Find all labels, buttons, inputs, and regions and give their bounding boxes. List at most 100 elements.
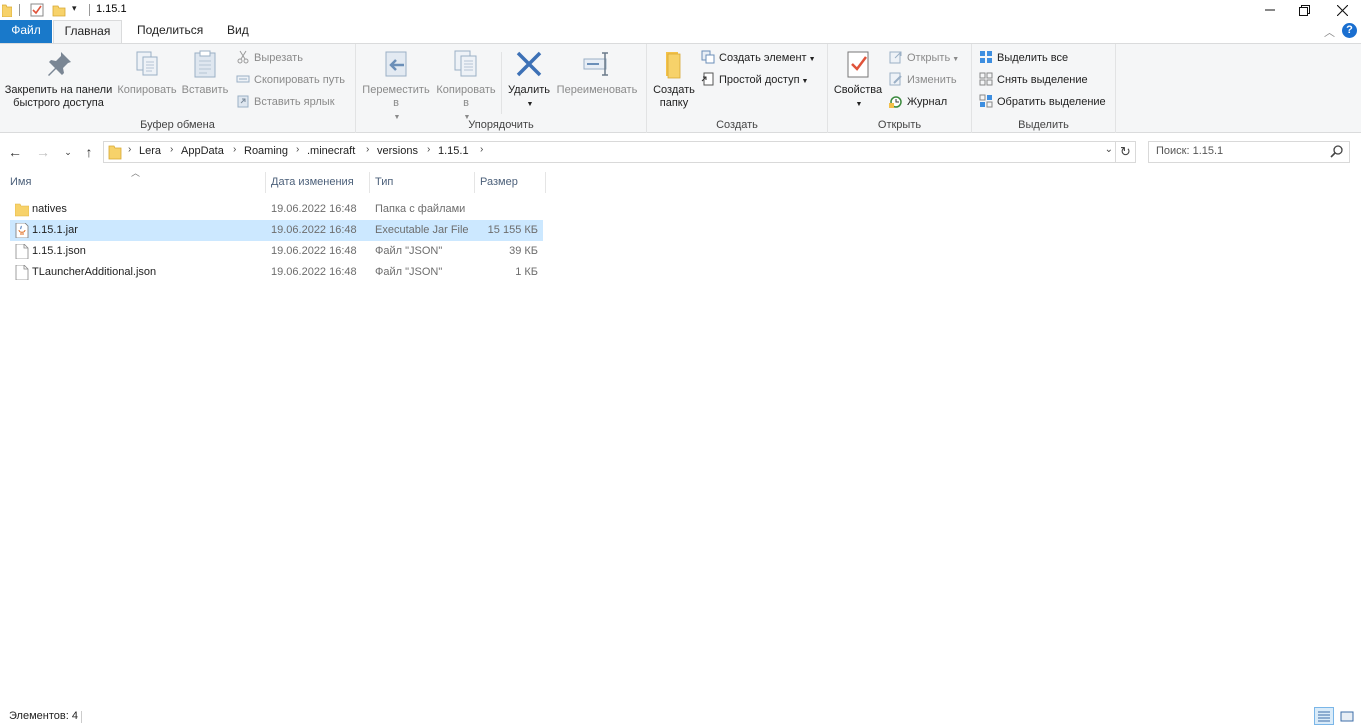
large-icons-view-button[interactable] bbox=[1337, 707, 1357, 725]
file-type: Файл "JSON" bbox=[375, 245, 443, 257]
file-name: natives bbox=[32, 203, 67, 215]
up-arrow-icon[interactable]: ↑ bbox=[78, 140, 100, 164]
breadcrumb-roaming[interactable]: Roaming bbox=[244, 145, 288, 157]
ribbon-tabs: Файл Главная Поделиться Вид ︿ ? bbox=[0, 20, 1361, 44]
file-name: 1.15.1.jar bbox=[32, 224, 78, 236]
group-label-new: Создать bbox=[716, 119, 758, 131]
close-button[interactable] bbox=[1323, 0, 1361, 20]
properties-label: Свойства bbox=[833, 84, 883, 96]
history-label: Журнал bbox=[907, 96, 948, 108]
breadcrumb-chevron-icon[interactable]: › bbox=[296, 144, 299, 155]
copy-label: Копировать bbox=[117, 84, 177, 96]
invert-selection-button[interactable]: Обратить выделение bbox=[979, 92, 1106, 112]
separator bbox=[19, 4, 20, 16]
file-row[interactable]: natives 19.06.2022 16:48 Папка с файлами bbox=[10, 199, 543, 220]
copy-to-icon bbox=[454, 50, 477, 77]
breadcrumb-appdata[interactable]: AppData bbox=[181, 145, 224, 157]
paste-shortcut-button[interactable]: Вставить ярлык bbox=[236, 92, 335, 112]
breadcrumb-versions[interactable]: versions bbox=[377, 145, 418, 157]
delete-label: Удалить bbox=[508, 84, 550, 96]
file-row[interactable]: 1.15.1.jar 19.06.2022 16:48 Executable J… bbox=[10, 220, 543, 241]
dropdown-caret-icon: ▼ bbox=[952, 56, 960, 63]
breadcrumb-minecraft[interactable]: .minecraft bbox=[307, 145, 355, 157]
tab-file[interactable]: Файл bbox=[0, 20, 52, 43]
tab-home[interactable]: Главная bbox=[53, 20, 122, 44]
dropdown-caret-icon: ▼ bbox=[855, 101, 863, 108]
column-header-date[interactable]: Дата изменения bbox=[266, 172, 370, 193]
file-row[interactable]: TLauncherAdditional.json 19.06.2022 16:4… bbox=[10, 262, 543, 283]
help-icon[interactable]: ? bbox=[1342, 23, 1357, 38]
move-to-button[interactable]: Переместить в ▼ bbox=[360, 48, 432, 124]
back-arrow-icon[interactable]: ← bbox=[4, 140, 26, 164]
open-label: Открыть bbox=[907, 52, 951, 64]
properties-icon[interactable] bbox=[30, 3, 44, 17]
copy-to-button[interactable]: Копировать в ▼ bbox=[433, 48, 499, 124]
group-new: Создать папку Создать элемент ▼ Простой д… bbox=[647, 44, 828, 133]
breadcrumb-chevron-icon[interactable]: › bbox=[128, 144, 131, 155]
new-folder-icon bbox=[666, 52, 681, 79]
edit-button[interactable]: Изменить bbox=[889, 70, 957, 90]
pin-quick-access-button[interactable]: Закрепить на панели быстрого доступа bbox=[2, 48, 115, 110]
search-icon[interactable] bbox=[1330, 145, 1343, 158]
properties-icon bbox=[847, 51, 869, 78]
breadcrumb-chevron-icon[interactable]: › bbox=[366, 144, 369, 155]
collapse-ribbon-icon[interactable]: ︿ bbox=[1324, 24, 1335, 40]
address-dropdown-icon[interactable]: ⌄ bbox=[1105, 144, 1113, 155]
file-row[interactable]: 1.15.1.json 19.06.2022 16:48 Файл "JSON"… bbox=[10, 241, 543, 262]
folder-icon bbox=[15, 203, 29, 217]
select-none-button[interactable]: Снять выделение bbox=[979, 70, 1088, 90]
new-folder-button[interactable]: Создать папку bbox=[651, 48, 697, 110]
dropdown-caret-icon: ▼ bbox=[526, 101, 534, 108]
column-header-type[interactable]: Тип bbox=[370, 172, 475, 193]
cut-label: Вырезать bbox=[254, 52, 303, 64]
details-view-button[interactable] bbox=[1314, 707, 1334, 725]
column-header-size[interactable]: Размер bbox=[475, 172, 546, 193]
breadcrumb-chevron-icon[interactable]: › bbox=[427, 144, 430, 155]
rename-icon bbox=[583, 52, 608, 76]
easy-access-button[interactable]: Простой доступ ▼ bbox=[701, 70, 808, 90]
open-button[interactable]: Открыть ▼ bbox=[889, 48, 959, 68]
file-name: 1.15.1.json bbox=[32, 245, 86, 257]
tab-share[interactable]: Поделиться bbox=[125, 20, 215, 43]
file-date: 19.06.2022 16:48 bbox=[271, 266, 357, 278]
breadcrumb-current[interactable]: 1.15.1 bbox=[438, 145, 469, 157]
group-label-open: Открыть bbox=[877, 119, 922, 131]
file-date: 19.06.2022 16:48 bbox=[271, 203, 357, 215]
file-size: 39 КБ bbox=[509, 245, 538, 257]
new-folder-icon[interactable] bbox=[52, 3, 66, 17]
customize-toolbar-icon[interactable]: ▾ bbox=[72, 3, 77, 14]
easy-access-icon bbox=[701, 72, 714, 86]
forward-arrow-icon[interactable]: → bbox=[32, 140, 54, 164]
breadcrumb-chevron-icon[interactable]: › bbox=[480, 144, 483, 155]
cut-button[interactable]: Вырезать bbox=[236, 48, 303, 68]
breadcrumb-lera[interactable]: Lera bbox=[139, 145, 161, 157]
select-all-button[interactable]: Выделить все bbox=[979, 48, 1068, 68]
file-size: 15 155 КБ bbox=[487, 224, 538, 236]
search-box[interactable] bbox=[1148, 141, 1350, 163]
minimize-button[interactable] bbox=[1251, 0, 1289, 20]
refresh-icon[interactable]: ↻ bbox=[1116, 141, 1136, 163]
paste-button[interactable]: Вставить bbox=[179, 48, 231, 97]
recent-locations-chevron-icon[interactable]: ⌄ bbox=[57, 140, 79, 164]
tab-view[interactable]: Вид bbox=[215, 20, 261, 43]
paste-shortcut-label: Вставить ярлык bbox=[254, 96, 335, 108]
breadcrumb-chevron-icon[interactable]: › bbox=[170, 144, 173, 155]
history-button[interactable]: Журнал bbox=[889, 92, 947, 112]
restore-button[interactable] bbox=[1285, 0, 1323, 20]
delete-button[interactable]: Удалить ▼ bbox=[504, 48, 554, 111]
file-date: 19.06.2022 16:48 bbox=[271, 224, 357, 236]
new-item-button[interactable]: Создать элемент ▼ bbox=[701, 48, 816, 68]
address-bar[interactable]: › Lera › AppData › Roaming › .minecraft … bbox=[103, 141, 1116, 163]
clipboard-icon bbox=[194, 50, 216, 78]
breadcrumb-chevron-icon[interactable]: › bbox=[233, 144, 236, 155]
group-label-select: Выделить bbox=[1018, 119, 1069, 131]
search-input[interactable] bbox=[1156, 145, 1326, 157]
properties-button[interactable]: Свойства ▼ bbox=[832, 48, 884, 111]
rename-button[interactable]: Переименовать bbox=[555, 48, 639, 97]
group-label-clipboard: Буфер обмена bbox=[140, 119, 215, 131]
copy-button[interactable]: Копировать bbox=[116, 48, 178, 97]
column-headers: ︿ Имя Дата изменения Тип Размер bbox=[0, 168, 546, 194]
copy-path-button[interactable]: Скопировать путь bbox=[236, 70, 345, 90]
scissors-icon bbox=[237, 50, 249, 64]
column-header-name[interactable]: Имя bbox=[5, 172, 266, 193]
